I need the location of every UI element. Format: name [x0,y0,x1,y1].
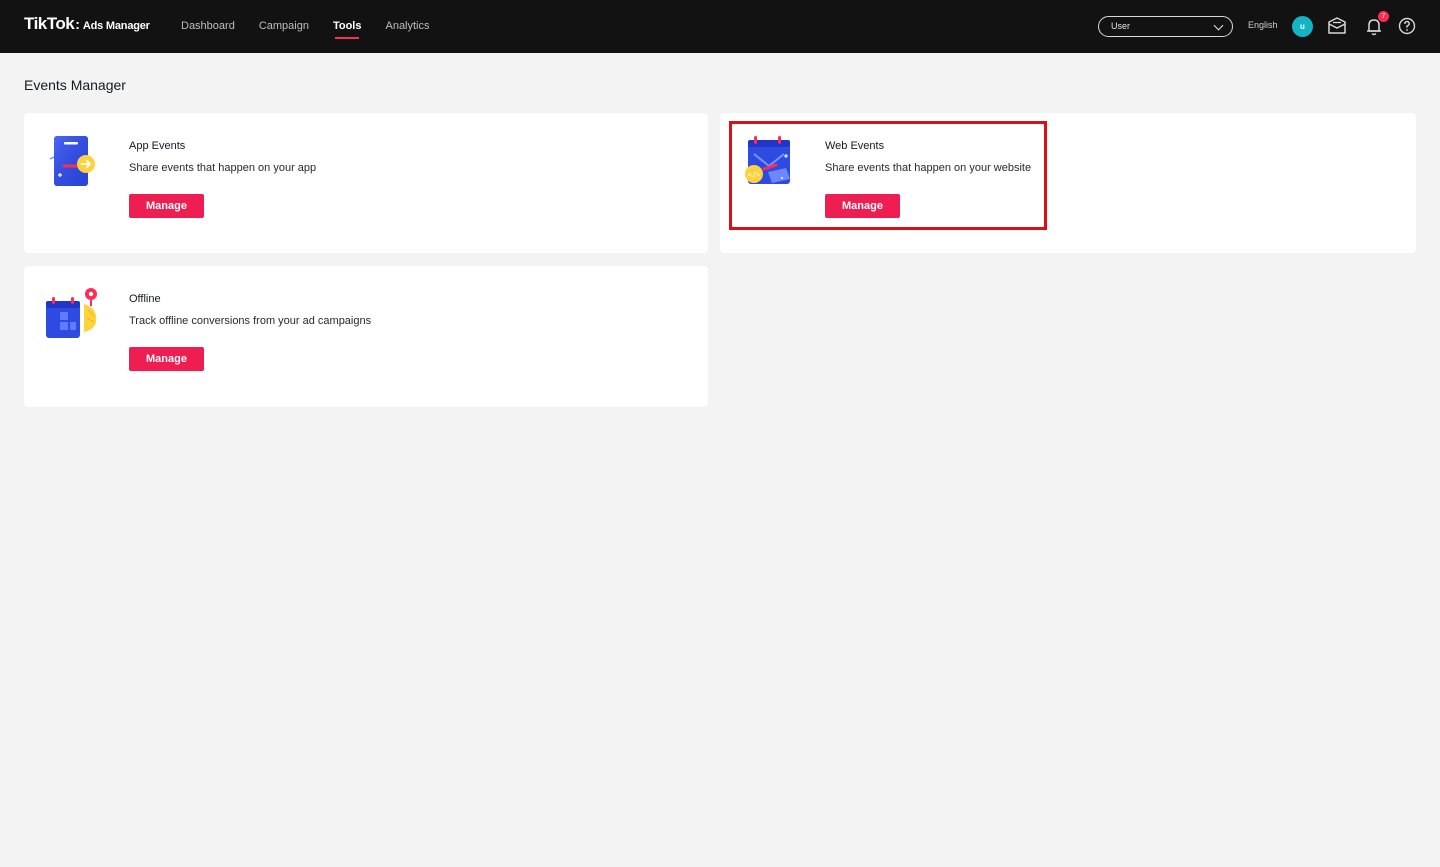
offline-title: Offline [129,293,161,305]
nav-campaign[interactable]: Campaign [259,0,309,53]
account-select[interactable]: User [1098,16,1233,37]
offline-icon [44,286,104,346]
offline-description: Track offline conversions from your ad c… [129,315,372,327]
logo-product: Ads Manager [82,20,150,32]
web-events-highlight-box [729,121,1047,230]
app-events-title: App Events [129,140,186,152]
top-navigation-bar: TikTok : Ads Manager Dashboard Campaign … [0,0,1440,53]
app-events-card: App Events Share events that happen on y… [24,113,708,253]
app-events-icon [44,133,104,193]
messages-icon[interactable] [1326,15,1348,37]
app-events-description: Share events that happen on your app [129,162,317,174]
logo-brand: TikTok [24,14,75,33]
offline-card: Offline Track offline conversions from y… [24,266,708,407]
logo-separator: : [75,16,80,32]
nav-dashboard[interactable]: Dashboard [181,0,235,53]
tiktok-ads-manager-logo[interactable]: TikTok : Ads Manager [24,14,150,34]
avatar[interactable]: u [1292,16,1313,37]
notification-count-badge: 7 [1378,11,1389,22]
account-select-value: User [1111,21,1131,31]
language-switch[interactable]: English [1248,20,1278,30]
chevron-down-icon [1213,20,1224,31]
nav-analytics[interactable]: Analytics [385,0,429,53]
page-title: Events Manager [24,77,126,93]
offline-manage-button[interactable]: Manage [129,347,204,371]
app-events-manage-button[interactable]: Manage [129,194,204,218]
help-icon[interactable] [1396,15,1418,37]
main-nav: Dashboard Campaign Tools Analytics [181,0,454,53]
nav-tools[interactable]: Tools [333,0,361,53]
